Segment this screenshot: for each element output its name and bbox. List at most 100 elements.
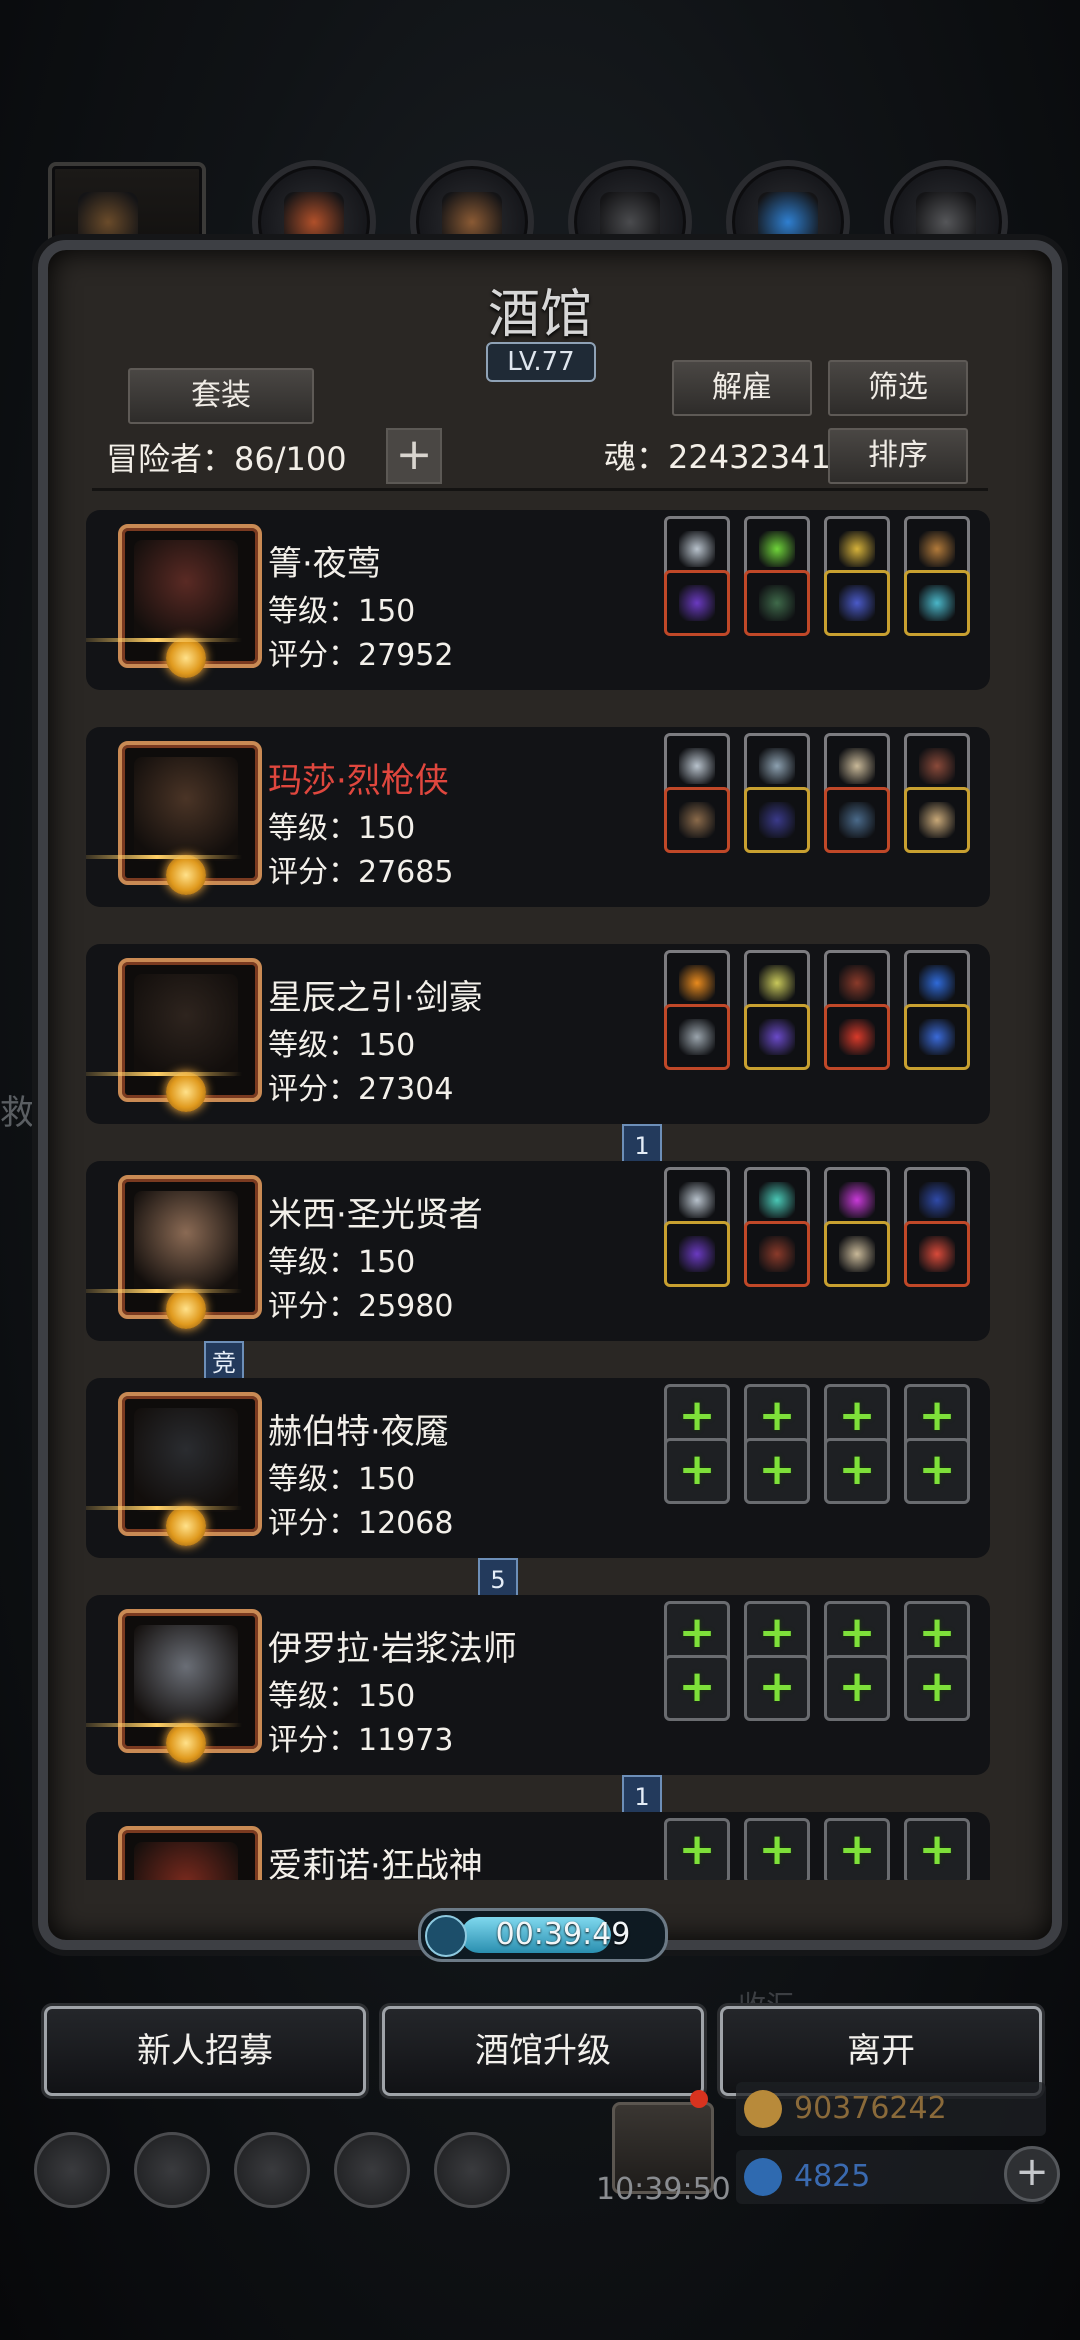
scroll-icon[interactable]: [234, 2132, 310, 2208]
hero-name: 箐·夜莺: [268, 544, 381, 584]
staff-icon: [679, 585, 715, 621]
hero-card[interactable]: 玛莎·烈枪侠 等级：150 评分：27685: [86, 727, 990, 907]
hero-portrait[interactable]: [118, 1392, 262, 1546]
star-emblem-icon: [166, 1289, 206, 1329]
robe-icon: [759, 1236, 795, 1272]
equip-slot[interactable]: [664, 787, 730, 853]
empty-equip-slot[interactable]: +: [824, 1655, 890, 1721]
equip-slot[interactable]: [904, 570, 970, 636]
hero-face: [134, 1191, 238, 1295]
hero-score: 评分：27304: [268, 1072, 454, 1107]
hero-portrait[interactable]: [118, 1826, 262, 1880]
sort-button[interactable]: 排序: [828, 428, 968, 484]
empty-equip-slot[interactable]: +: [744, 1655, 810, 1721]
gold-counter: 90376242: [736, 2082, 1046, 2136]
add-equip-icon: +: [678, 1824, 716, 1875]
dismiss-button[interactable]: 解雇: [672, 360, 812, 416]
equip-slot[interactable]: [744, 1221, 810, 1287]
background-text: 救: [0, 1093, 34, 1133]
empty-equip-slot[interactable]: +: [664, 1655, 730, 1721]
star-emblem-icon: [166, 855, 206, 895]
hero-face: [134, 974, 238, 1078]
adventurer-count: 冒险者：86/100: [106, 440, 347, 478]
add-equip-icon: +: [838, 1444, 876, 1495]
feather-icon: [919, 965, 955, 1001]
mail-icon[interactable]: [334, 2132, 410, 2208]
equip-slot[interactable]: [744, 570, 810, 636]
hero-name: 伊罗拉·岩浆法师: [268, 1629, 517, 1669]
equip-slot[interactable]: [824, 1221, 890, 1287]
equip-slot[interactable]: [664, 570, 730, 636]
hero-card[interactable]: 星辰之引·剑豪 等级：150 评分：27304: [86, 944, 990, 1124]
empty-equip-slot[interactable]: +: [824, 1818, 890, 1880]
wand-icon: [679, 1236, 715, 1272]
hero-level: 等级：150: [268, 1028, 416, 1063]
equip-slot[interactable]: [744, 1004, 810, 1070]
upgrade-tavern-button[interactable]: 酒馆升级: [382, 2006, 704, 2096]
puzzle-icon[interactable]: [434, 2132, 510, 2208]
hero-list[interactable]: 箐·夜莺 等级：150 评分：27952 玛莎·烈枪侠 等级：150 评分：27685 星辰…: [86, 500, 1006, 1880]
empty-equip-slot[interactable]: +: [664, 1818, 730, 1880]
hero-card[interactable]: 米西·圣光贤者 等级：150 评分：25980: [86, 1161, 990, 1341]
star-emblem-icon: [166, 1723, 206, 1763]
hero-score: 评分：27952: [268, 638, 454, 673]
set-button[interactable]: 套装: [128, 368, 314, 424]
gem-icon: [759, 1182, 795, 1218]
add-equip-icon: +: [918, 1444, 956, 1495]
ring-icon: [679, 531, 715, 567]
hero-card[interactable]: 箐·夜莺 等级：150 评分：27952: [86, 510, 990, 690]
settings-icon[interactable]: [34, 2132, 110, 2208]
equip-slot[interactable]: [824, 787, 890, 853]
empty-equip-slot[interactable]: +: [664, 1438, 730, 1504]
notification-dot: [690, 2090, 708, 2108]
equip-slot[interactable]: [744, 787, 810, 853]
hero-name: 玛莎·烈枪侠: [268, 761, 449, 801]
add-equip-icon: +: [678, 1444, 716, 1495]
empty-equip-slot[interactable]: +: [744, 1438, 810, 1504]
empty-equip-slot[interactable]: +: [824, 1438, 890, 1504]
add-equip-icon: +: [758, 1444, 796, 1495]
equip-slot[interactable]: [664, 1221, 730, 1287]
sword-icon: [679, 1019, 715, 1055]
hero-card[interactable]: 伊罗拉·岩浆法师 等级：150 评分：11973 + + + + + + + +: [86, 1595, 990, 1775]
hero-card[interactable]: 爱莉诺·狂战神 + + + +: [86, 1812, 990, 1880]
emblem-glow: [86, 638, 242, 642]
pendant-icon: [839, 1236, 875, 1272]
emblem-glow: [86, 1506, 242, 1510]
hero-portrait[interactable]: [118, 1175, 262, 1329]
hero-portrait[interactable]: [118, 1609, 262, 1763]
add-currency-button[interactable]: +: [1004, 2146, 1060, 2202]
empty-equip-slot[interactable]: +: [744, 1818, 810, 1880]
empty-equip-slot[interactable]: +: [904, 1818, 970, 1880]
equip-slot[interactable]: [664, 1004, 730, 1070]
add-slot-button[interactable]: +: [386, 428, 442, 484]
blade-icon: [839, 802, 875, 838]
cloak-icon: [759, 802, 795, 838]
flame-ring-icon: [679, 965, 715, 1001]
refresh-timer: 00:39:49: [418, 1908, 668, 1962]
hero-portrait[interactable]: [118, 741, 262, 895]
star-emblem-icon: [166, 1506, 206, 1546]
equip-slot[interactable]: [824, 570, 890, 636]
equip-slot[interactable]: [824, 1004, 890, 1070]
equip-slot[interactable]: [904, 1004, 970, 1070]
ring-icon: [679, 748, 715, 784]
empty-equip-slot[interactable]: +: [904, 1655, 970, 1721]
shield-icon: [919, 802, 955, 838]
recruit-button[interactable]: 新人招募: [44, 2006, 366, 2096]
hero-card[interactable]: 赫伯特·夜魇 等级：150 评分：12068 + + + + + + + +: [86, 1378, 990, 1558]
hero-face: [134, 1625, 238, 1729]
empty-equip-slot[interactable]: +: [904, 1438, 970, 1504]
hero-score: 评分：12068: [268, 1506, 454, 1541]
antler-icon: [839, 965, 875, 1001]
gold-value: 90376242: [794, 2091, 947, 2126]
filter-button[interactable]: 筛选: [828, 360, 968, 416]
badge-icon[interactable]: [134, 2132, 210, 2208]
equip-slot[interactable]: [904, 787, 970, 853]
hero-level: 等级：150: [268, 1462, 416, 1497]
equip-slot[interactable]: [904, 1221, 970, 1287]
hero-name: 爱莉诺·狂战神: [268, 1846, 483, 1880]
hero-level: 等级：150: [268, 811, 416, 846]
hero-portrait[interactable]: [118, 524, 262, 678]
hero-portrait[interactable]: [118, 958, 262, 1112]
